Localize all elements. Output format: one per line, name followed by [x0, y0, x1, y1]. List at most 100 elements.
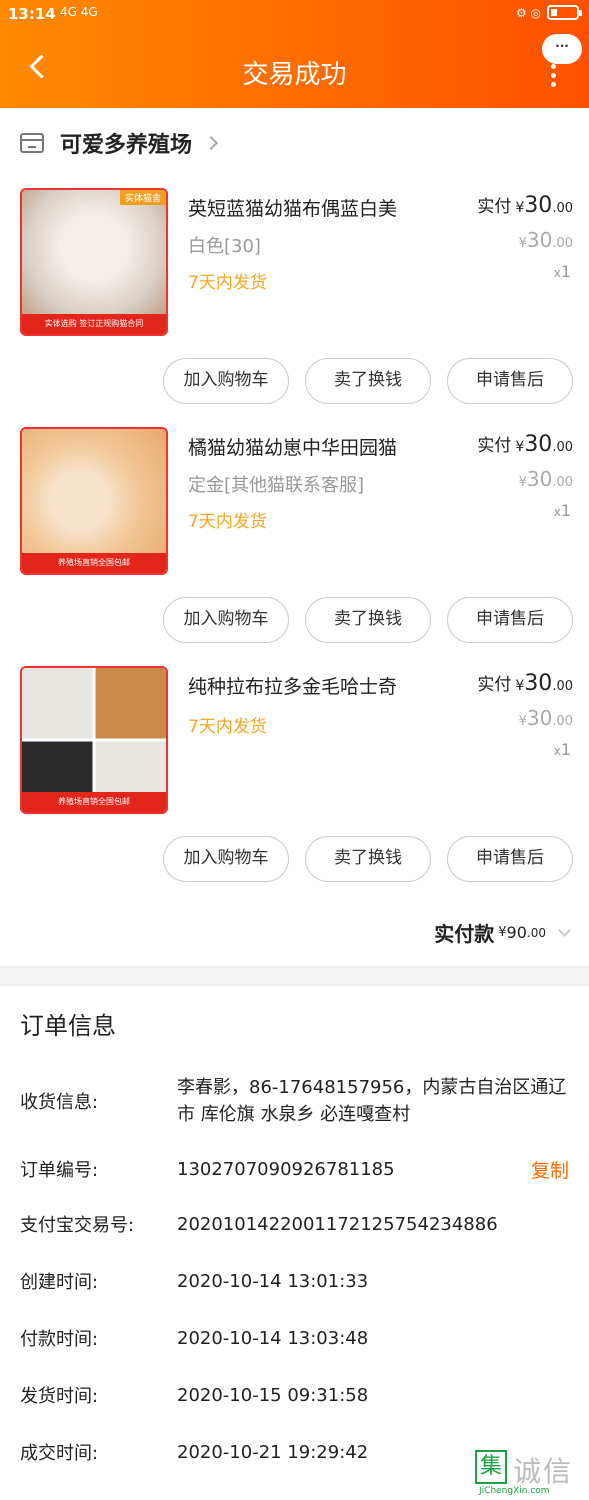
paid-dec: .00 — [552, 679, 573, 694]
orig-dec: .00 — [552, 236, 573, 251]
status-icons: ⚙ ◎ — [515, 5, 541, 20]
chevron-right-icon — [203, 135, 219, 151]
info-label: 成交时间: — [20, 1443, 99, 1464]
orig-dec: .00 — [552, 714, 573, 729]
after-sales-button[interactable]: 申请售后 — [447, 358, 573, 404]
paid-price: 实付 ¥30.00 — [477, 192, 573, 218]
add-to-cart-button[interactable]: 加入购物车 — [163, 836, 289, 882]
currency: ¥ — [498, 925, 507, 940]
order-info-title: 订单信息 — [20, 1012, 116, 1040]
product-sku: 定金[其他猫联系客服] — [188, 475, 365, 496]
order-items-card: 可爱多养殖场 实体猫舍 实体选购 签订正规购猫合同 英短蓝猫幼猫布偶蓝白美 白色… — [0, 108, 589, 966]
battery-icon — [547, 5, 582, 20]
total-int: 90 — [506, 923, 527, 942]
image-band: 养殖场直销全国包邮 — [22, 553, 166, 573]
info-row-address: 收货信息: 李春影，86-17648157956，内蒙古自治区通辽市 库伦旗 水… — [20, 1074, 569, 1134]
dog-photo-collage — [22, 668, 166, 812]
order-item: 养殖场直销全国包邮 纯种拉布拉多金毛哈士奇 7天内发货 实付 ¥30.00 ¥30… — [0, 666, 589, 906]
resell-button[interactable]: 卖了换钱 — [305, 597, 431, 643]
shipping-note: 7天内发货 — [188, 717, 267, 737]
product-sku: 白色[30] — [188, 236, 261, 257]
copy-button[interactable]: 复制 — [531, 1156, 569, 1183]
shipping-note: 7天内发货 — [188, 512, 267, 532]
paid-prefix: 实付 — [477, 675, 512, 695]
cat-photo — [22, 429, 166, 573]
item-actions: 加入购物车 卖了换钱 申请售后 — [163, 358, 573, 404]
currency: ¥ — [515, 439, 525, 455]
currency: ¥ — [515, 678, 525, 694]
after-sales-button[interactable]: 申请售后 — [447, 836, 573, 882]
info-label: 发货时间: — [20, 1386, 99, 1407]
shop-header[interactable]: 可爱多养殖场 — [20, 128, 219, 158]
paid-int: 30 — [524, 432, 553, 457]
signal-indicator: 4G 4G — [60, 5, 98, 19]
watermark-text: 诚信 — [513, 1455, 574, 1488]
chevron-down-icon — [558, 923, 571, 937]
info-value: 2020101422001172125754234886 — [177, 1214, 498, 1235]
qty-value: 1 — [560, 501, 571, 520]
watermark-url: JiChengXin.com — [479, 1486, 550, 1496]
product-image[interactable]: 养殖场直销全国包邮 — [20, 666, 168, 814]
resell-button[interactable]: 卖了换钱 — [305, 836, 431, 882]
paid-int: 30 — [524, 193, 553, 218]
top-bar: 13:14 4G 4G ⚙ ◎ 交易成功 ··· — [0, 0, 589, 108]
currency: ¥ — [518, 236, 527, 251]
paid-price: 实付 ¥30.00 — [477, 670, 573, 696]
shop-icon — [20, 133, 44, 153]
total-label: 实付款 — [434, 922, 495, 946]
paid-price: 实付 ¥30.00 — [477, 431, 573, 457]
after-sales-button[interactable]: 申请售后 — [447, 597, 573, 643]
info-label: 订单编号: — [20, 1160, 99, 1181]
qty-prefix: x — [553, 266, 561, 280]
orig-dec: .00 — [552, 475, 573, 490]
resell-button[interactable]: 卖了换钱 — [305, 358, 431, 404]
orig-int: 30 — [526, 706, 553, 730]
status-right-icons: ⚙ ◎ — [515, 5, 582, 20]
info-label: 支付宝交易号: — [20, 1215, 135, 1236]
paid-prefix: 实付 — [477, 197, 512, 217]
quantity: x1 — [554, 740, 571, 759]
more-menu-bubble[interactable]: ··· — [542, 34, 582, 64]
product-image[interactable]: 养殖场直销全国包邮 — [20, 427, 168, 575]
add-to-cart-button[interactable]: 加入购物车 — [163, 358, 289, 404]
product-image[interactable]: 实体猫舍 实体选购 签订正规购猫合同 — [20, 188, 168, 336]
qty-value: 1 — [560, 262, 571, 281]
product-name[interactable]: 橘猫幼猫幼崽中华田园猫 — [188, 433, 397, 460]
orig-int: 30 — [526, 467, 553, 491]
total-dec: .00 — [526, 925, 546, 940]
paid-int: 30 — [524, 671, 553, 696]
original-price: ¥30.00 — [519, 467, 573, 491]
currency: ¥ — [518, 714, 527, 729]
item-actions: 加入购物车 卖了换钱 申请售后 — [163, 597, 573, 643]
add-to-cart-button[interactable]: 加入购物车 — [163, 597, 289, 643]
info-value: 2020-10-14 13:01:33 — [177, 1271, 369, 1292]
product-name[interactable]: 英短蓝猫幼猫布偶蓝白美 — [188, 194, 397, 221]
watermark-logo: 集 — [475, 1450, 507, 1484]
currency: ¥ — [515, 200, 525, 216]
status-time: 13:14 — [8, 5, 56, 23]
status-bar: 13:14 4G 4G ⚙ ◎ — [8, 5, 582, 27]
total-paid[interactable]: 实付款 ¥90.00 — [434, 918, 571, 947]
paid-dec: .00 — [552, 440, 573, 455]
currency: ¥ — [518, 475, 527, 490]
quantity: x1 — [554, 501, 571, 520]
info-value: 2020-10-14 13:03:48 — [177, 1328, 369, 1349]
order-info-section: 订单信息 收货信息: 李春影，86-17648157956，内蒙古自治区通辽市 … — [0, 986, 589, 1500]
info-value: 2020-10-15 09:31:58 — [177, 1385, 369, 1406]
more-options-icon[interactable] — [549, 64, 557, 87]
quantity: x1 — [554, 262, 571, 281]
image-tag: 实体猫舍 — [119, 190, 166, 205]
page-title: 交易成功 — [242, 60, 347, 90]
paid-prefix: 实付 — [477, 436, 512, 456]
order-item: 实体猫舍 实体选购 签订正规购猫合同 英短蓝猫幼猫布偶蓝白美 白色[30] 7天… — [0, 188, 589, 428]
info-value: 1302707090926781185 — [177, 1159, 395, 1180]
image-band: 养殖场直销全国包邮 — [22, 792, 166, 812]
info-label: 付款时间: — [20, 1329, 99, 1350]
orig-int: 30 — [526, 228, 553, 252]
qty-prefix: x — [553, 744, 561, 758]
product-name[interactable]: 纯种拉布拉多金毛哈士奇 — [188, 672, 397, 699]
order-item: 养殖场直销全国包邮 橘猫幼猫幼崽中华田园猫 定金[其他猫联系客服] 7天内发货 … — [0, 427, 589, 667]
shipping-note: 7天内发货 — [188, 273, 267, 293]
info-label: 创建时间: — [20, 1272, 99, 1293]
paid-dec: .00 — [552, 201, 573, 216]
